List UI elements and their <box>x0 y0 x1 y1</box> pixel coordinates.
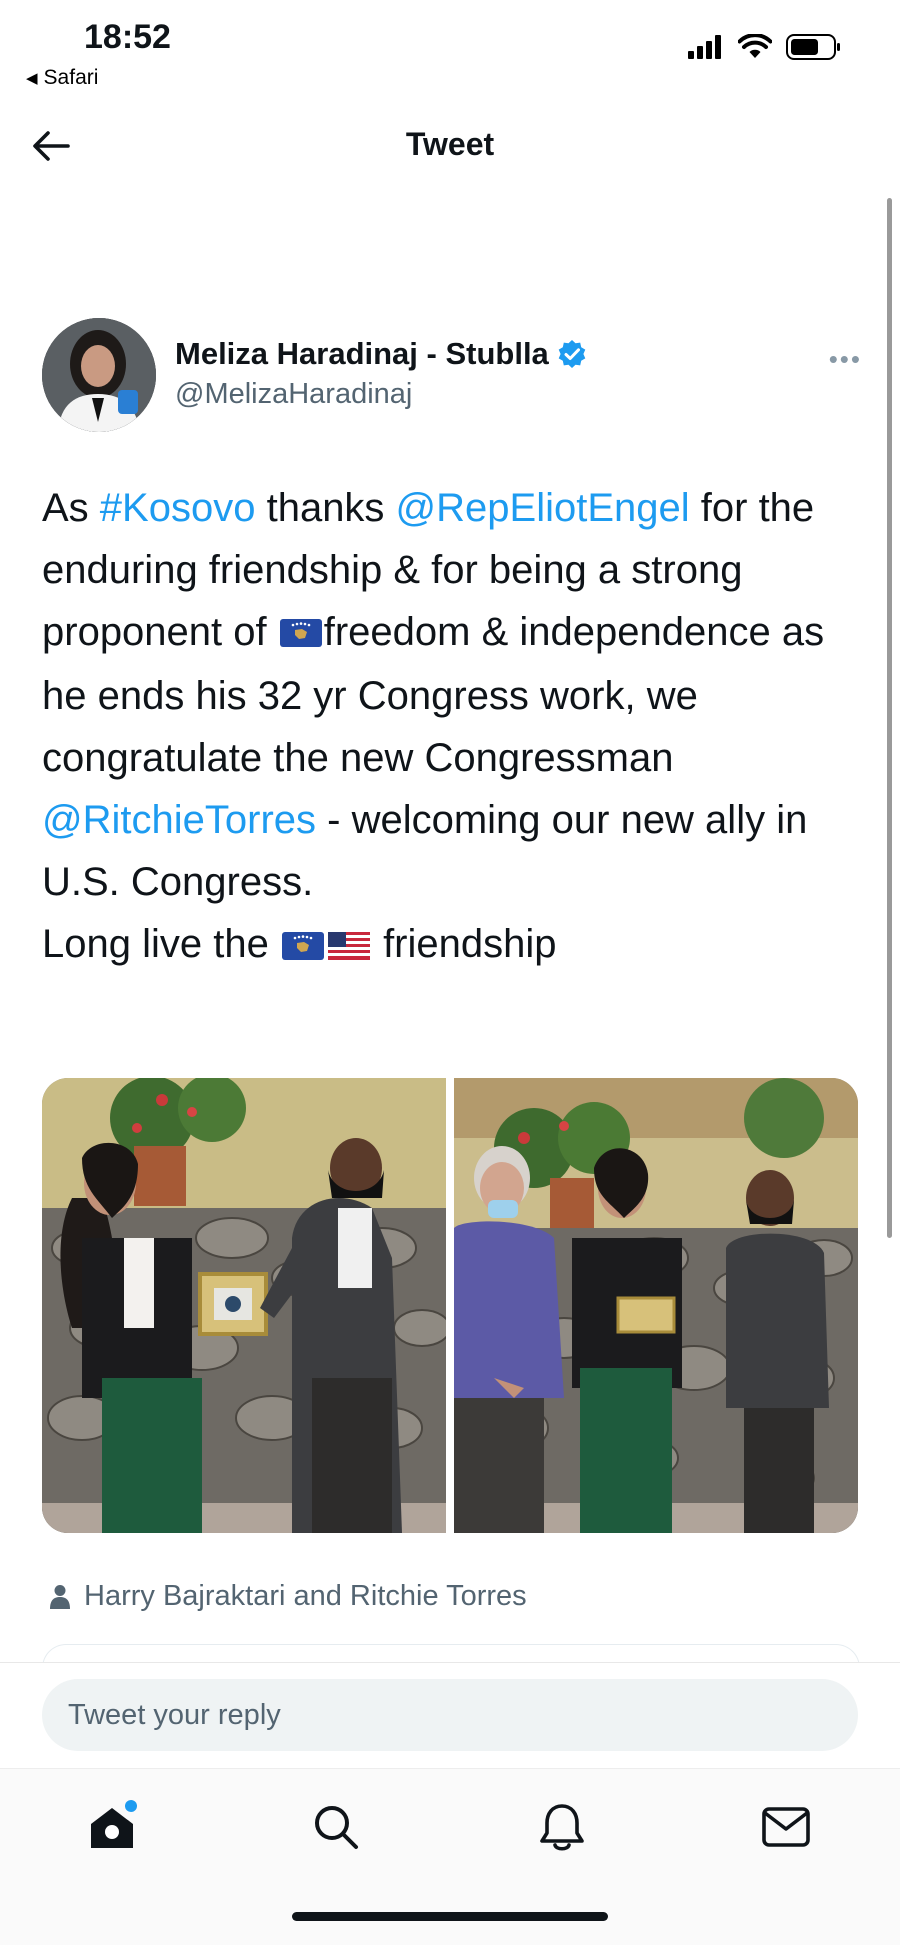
tweet-text: As #Kosovo thanks @RepEliotEngel for the… <box>42 477 872 978</box>
tweet-photo[interactable] <box>454 1078 858 1533</box>
status-icons <box>688 34 842 60</box>
reply-bar <box>0 1662 900 1767</box>
tab-bar <box>0 1768 900 1945</box>
mention-link[interactable]: @RitchieTorres <box>42 798 316 842</box>
search-icon <box>315 1806 358 1849</box>
scrollbar[interactable] <box>887 198 892 1238</box>
media-grid <box>42 1078 858 1533</box>
status-time: 18:52 <box>84 18 171 56</box>
tweet-photo[interactable] <box>42 1078 446 1533</box>
tab-notifications[interactable] <box>532 1797 592 1857</box>
mail-icon <box>762 1807 810 1847</box>
hashtag-link[interactable]: #Kosovo <box>100 486 256 530</box>
tab-home[interactable] <box>82 1797 142 1857</box>
page-title: Tweet <box>405 126 495 162</box>
text-segment: As <box>42 486 100 530</box>
nav-bar: Tweet <box>0 110 900 180</box>
tagged-people[interactable]: Harry Bajraktari and Ritchie Torres <box>50 1580 527 1613</box>
tagged-people-text: Harry Bajraktari and Ritchie Torres <box>84 1580 527 1612</box>
avatar[interactable] <box>42 318 156 432</box>
bell-icon <box>540 1804 584 1851</box>
text-segment: friendship <box>371 922 557 967</box>
back-triangle-icon: ◀ <box>26 70 38 87</box>
wifi-icon <box>738 34 772 58</box>
verified-badge-icon <box>558 340 586 368</box>
tab-messages[interactable] <box>756 1797 816 1857</box>
kosovo-flag-icon <box>279 603 322 665</box>
reply-input[interactable] <box>42 1679 858 1751</box>
tweet-author: Meliza Haradinaj - Stublla @MelizaHaradi… <box>42 318 862 432</box>
mention-link[interactable]: @RepEliotEngel <box>396 486 690 530</box>
cellular-signal-icon <box>688 35 721 59</box>
avatar-photo <box>42 318 156 432</box>
back-to-safari[interactable]: ◀ Safari <box>26 66 98 90</box>
tab-search[interactable] <box>306 1797 366 1857</box>
person-icon <box>50 1584 70 1609</box>
home-indicator[interactable] <box>292 1912 608 1921</box>
kosovo-flag-icon <box>281 916 324 978</box>
author-handle[interactable]: @MelizaHaradinaj <box>175 378 412 411</box>
more-options-icon[interactable]: ••• <box>829 344 862 375</box>
author-name: Meliza Haradinaj - Stublla <box>175 336 549 371</box>
text-segment: Long live the <box>42 922 280 967</box>
text-segment: thanks <box>255 486 396 530</box>
author-name-row[interactable]: Meliza Haradinaj - Stublla <box>175 336 587 372</box>
usa-flag-icon <box>327 916 370 978</box>
back-app-label: Safari <box>43 66 99 89</box>
battery-icon <box>786 34 840 60</box>
home-icon <box>91 1800 137 1848</box>
